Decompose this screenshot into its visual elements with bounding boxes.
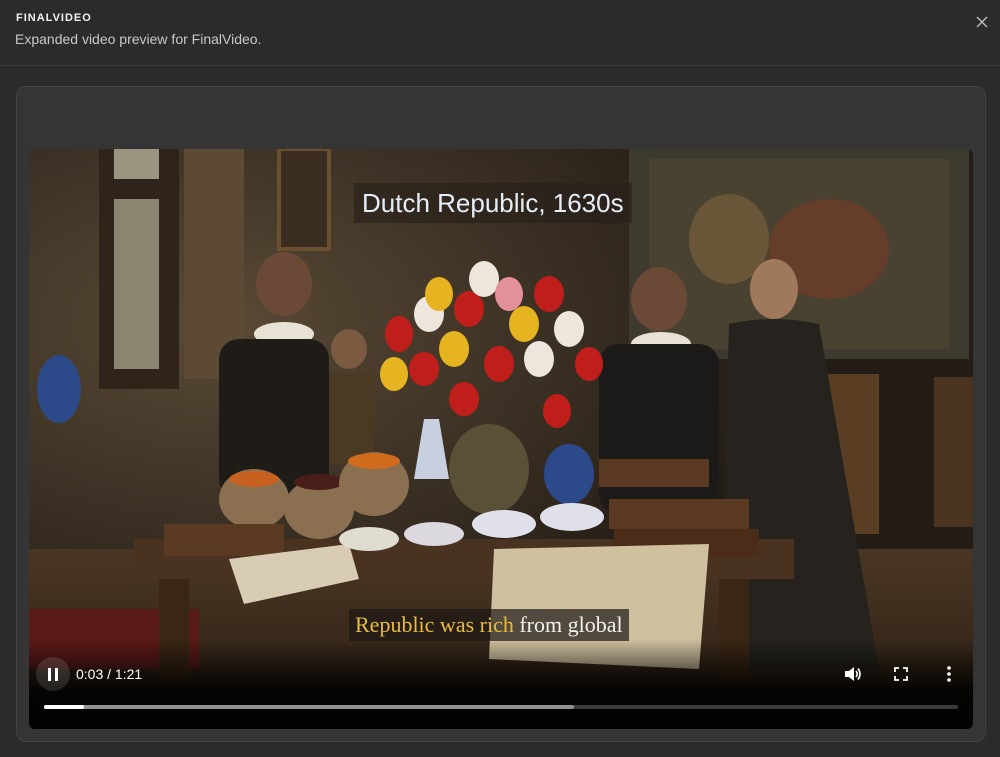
dialog-subtitle: Expanded video preview for FinalVideo. [15, 31, 262, 47]
progress-bar[interactable] [44, 705, 958, 709]
subtitle-highlighted: Republic was rich [355, 612, 514, 637]
title-caption: Dutch Republic, 1630s [354, 183, 632, 223]
time-display: 0:03 / 1:21 [76, 666, 143, 682]
pause-button[interactable] [36, 657, 70, 691]
more-vertical-icon [947, 666, 951, 682]
progress-played [44, 705, 85, 709]
volume-button[interactable] [841, 662, 865, 686]
fullscreen-icon [894, 667, 908, 681]
dialog-header: FINALVIDEO Expanded video preview for Fi… [0, 0, 1000, 66]
close-icon [976, 16, 988, 28]
close-button[interactable] [972, 12, 992, 32]
more-options-button[interactable] [937, 662, 961, 686]
volume-icon [845, 667, 861, 681]
pause-icon [48, 667, 58, 681]
video-controls: 0:03 / 1:21 [29, 639, 973, 729]
fullscreen-button[interactable] [889, 662, 913, 686]
app-title: FINALVIDEO [16, 12, 92, 24]
subtitle-rest: from global [519, 612, 623, 637]
subtitle-caption: Republic was rich from global [349, 609, 629, 641]
video-player[interactable]: Dutch Republic, 1630s Republic was rich … [29, 149, 973, 729]
progress-buffered [44, 705, 575, 709]
